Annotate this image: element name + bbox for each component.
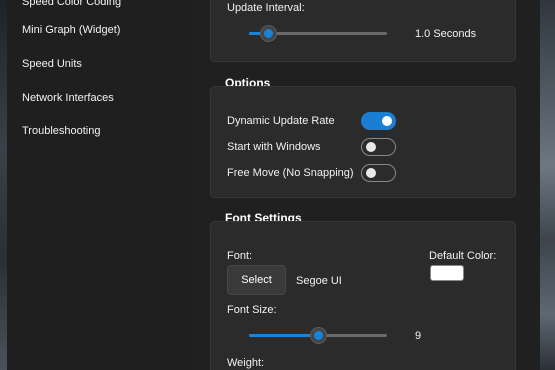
font-size-label: Font Size: (227, 304, 277, 316)
font-name: Segoe UI (296, 275, 342, 287)
update-interval-label: Update Interval: (227, 2, 305, 14)
toggle-knob (382, 116, 392, 126)
default-color-label: Default Color: (429, 250, 497, 262)
start-with-windows-toggle[interactable] (361, 138, 396, 156)
desktop-background-right (540, 0, 555, 370)
sidebar-item-speed-color-coding[interactable]: Speed Color Coding (22, 0, 121, 10)
dynamic-update-rate-toggle[interactable] (361, 112, 396, 130)
font-settings-card (210, 221, 516, 370)
select-font-button[interactable]: Select (227, 265, 286, 295)
font-size-slider-fill (249, 334, 318, 337)
start-with-windows-label: Start with Windows (227, 141, 321, 153)
font-size-slider-thumb[interactable] (310, 327, 327, 344)
font-size-value: 9 (415, 330, 422, 342)
font-label: Font: (227, 250, 253, 262)
desktop-background-left (0, 0, 7, 370)
update-interval-value: 1.0 Seconds (415, 28, 477, 40)
free-move-toggle[interactable] (361, 164, 396, 182)
sidebar-item-mini-graph[interactable]: Mini Graph (Widget) (22, 22, 120, 38)
default-color-swatch[interactable] (430, 265, 464, 281)
settings-window: Speed Color Coding Mini Graph (Widget) S… (7, 0, 540, 370)
update-interval-slider-thumb[interactable] (260, 25, 277, 42)
sidebar-item-network-interfaces[interactable]: Network Interfaces (22, 90, 114, 106)
sidebar-item-troubleshooting[interactable]: Troubleshooting (22, 123, 100, 139)
settings-content: Update Interval: 1.0 Seconds Options Dyn… (197, 0, 540, 370)
free-move-label: Free Move (No Snapping) (227, 167, 354, 179)
sidebar-item-speed-units[interactable]: Speed Units (22, 56, 82, 72)
sidebar: Speed Color Coding Mini Graph (Widget) S… (7, 0, 197, 370)
toggle-knob (366, 168, 376, 178)
toggle-knob (366, 142, 376, 152)
weight-label: Weight: (227, 357, 265, 369)
dynamic-update-rate-label: Dynamic Update Rate (227, 115, 335, 127)
